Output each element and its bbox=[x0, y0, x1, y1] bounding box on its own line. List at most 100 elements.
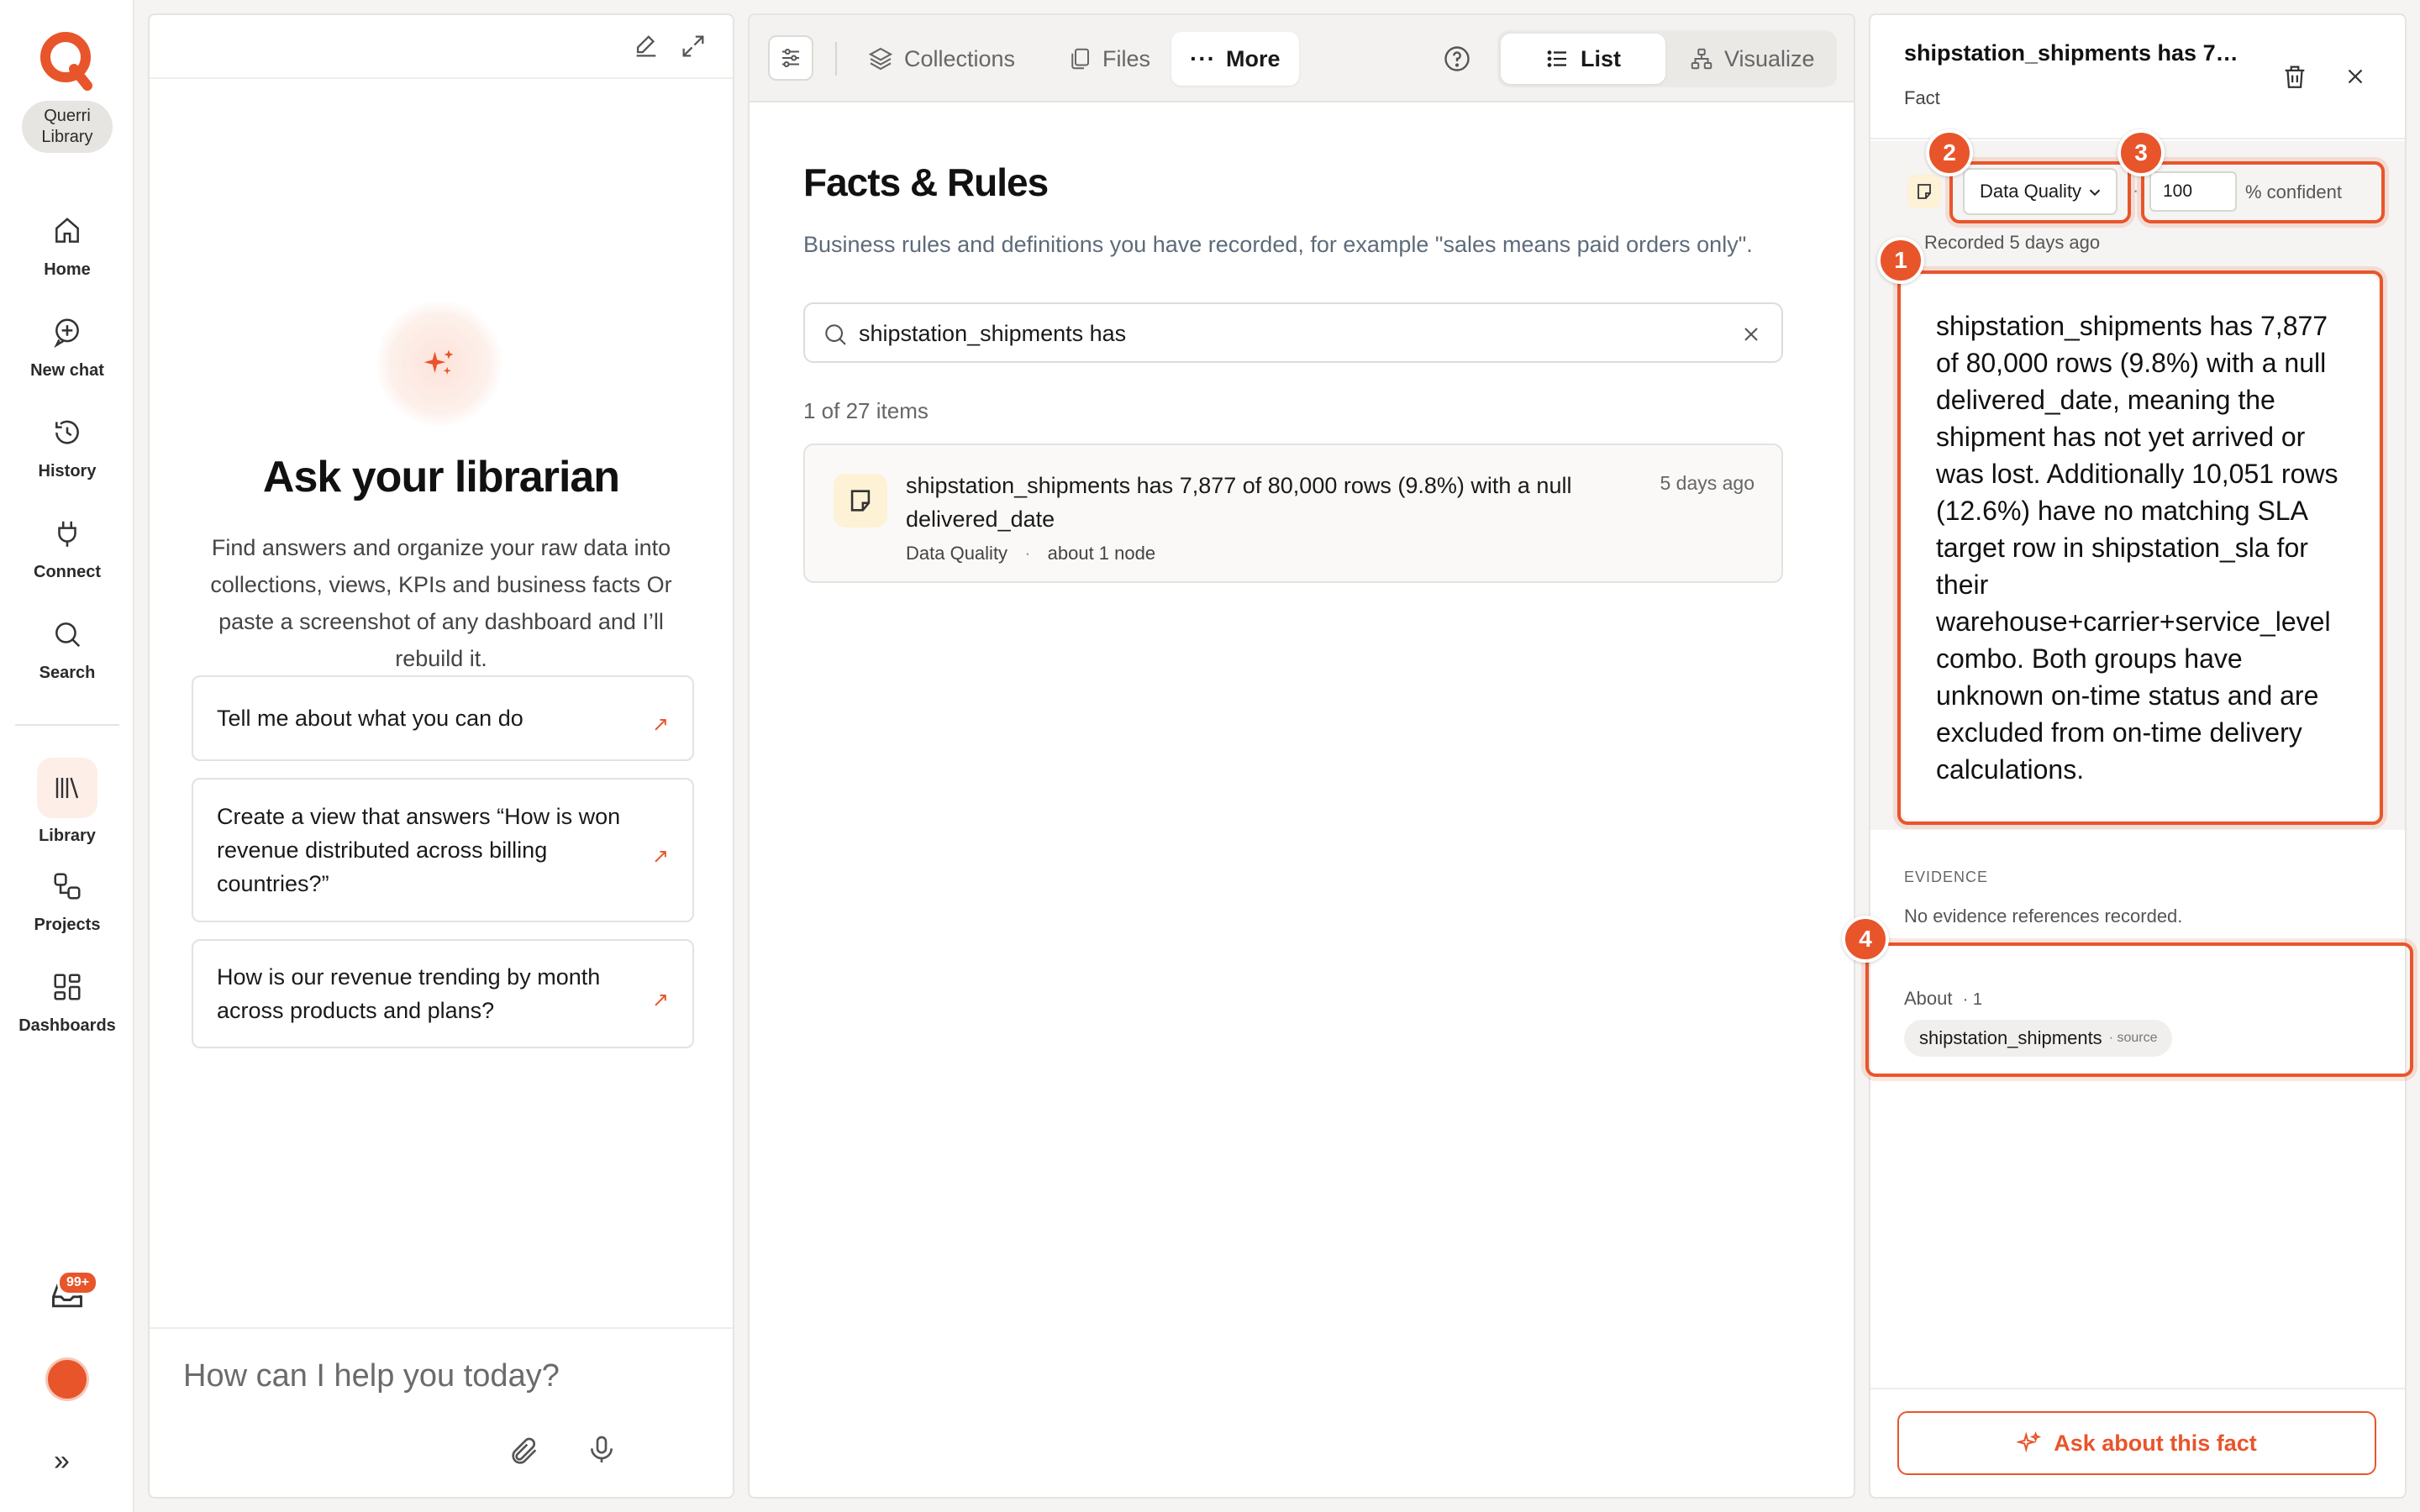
detail-type: Fact bbox=[1904, 87, 1940, 108]
paperclip-icon[interactable] bbox=[508, 1435, 541, 1468]
about-chip[interactable]: shipstation_shipments · source bbox=[1904, 1020, 2173, 1057]
nav-divider bbox=[15, 724, 119, 726]
edit-icon[interactable] bbox=[632, 32, 660, 60]
chevron-down-icon bbox=[2089, 189, 2101, 197]
suggestion-text: How is our revenue trending by month acr… bbox=[217, 964, 601, 1023]
brand-badge[interactable]: Querri Library bbox=[22, 101, 113, 153]
fact-meta: Data Quality · about 1 node bbox=[906, 543, 1155, 564]
library-icon bbox=[55, 777, 79, 799]
chat-composer bbox=[150, 1327, 733, 1497]
inbox-badge: 99+ bbox=[57, 1270, 99, 1295]
files-label: Files bbox=[1102, 45, 1151, 71]
fact-body-text[interactable]: shipstation_shipments has 7,877 of 80,00… bbox=[1902, 276, 2378, 820]
annotation-marker: 2 bbox=[1926, 129, 1973, 176]
evidence-heading: EVIDENCE bbox=[1904, 869, 1989, 885]
page-subtitle: Business rules and definitions you have … bbox=[803, 232, 1753, 257]
fact-about: about 1 node bbox=[1047, 543, 1156, 564]
fact-text: shipstation_shipments has 7,877 of 80,00… bbox=[906, 473, 1572, 532]
confidence-label: % confident bbox=[2245, 181, 2342, 202]
arrow-up-right-icon: ↗ bbox=[651, 989, 669, 1011]
hierarchy-icon bbox=[1691, 48, 1712, 70]
about-label: About bbox=[1904, 988, 1953, 1009]
nav-label: Dashboards bbox=[18, 1016, 116, 1035]
main-panel: Collections Files ··· More List Visualiz… bbox=[748, 13, 1855, 1499]
sparkle-icon bbox=[2017, 1431, 2042, 1453]
nav-connect[interactable]: Connect bbox=[0, 517, 134, 582]
dashboard-icon bbox=[54, 974, 81, 1000]
fact-category: Data Quality bbox=[906, 543, 1008, 564]
list-view-button[interactable]: List bbox=[1501, 34, 1665, 84]
suggestion-card[interactable]: How is our revenue trending by month acr… bbox=[192, 939, 694, 1048]
collections-button[interactable]: Collections bbox=[849, 32, 1034, 86]
chip-kind: · source bbox=[2108, 1031, 2158, 1045]
nav-label: Library bbox=[39, 827, 96, 845]
library-active-bg bbox=[37, 758, 97, 818]
trash-icon[interactable] bbox=[2281, 62, 2309, 91]
chat-plus-icon bbox=[54, 318, 79, 348]
result-count: 1 of 27 items bbox=[803, 398, 929, 423]
annotation-marker: 3 bbox=[2118, 129, 2165, 176]
nav-label: Search bbox=[39, 664, 96, 682]
detail-panel: shipstation_shipments has 7… Fact Data Q… bbox=[1842, 13, 2413, 1499]
files-button[interactable]: Files bbox=[1049, 32, 1169, 86]
left-nav: Querri Library Home New chat History Con… bbox=[0, 0, 134, 1512]
note-icon bbox=[1918, 184, 1931, 199]
suggestion-card[interactable]: Create a view that answers “How is won r… bbox=[192, 778, 694, 922]
filter-button[interactable] bbox=[768, 35, 813, 81]
list-label: List bbox=[1580, 45, 1621, 71]
collections-label: Collections bbox=[904, 45, 1016, 71]
nav-label: History bbox=[38, 462, 97, 480]
help-circle-icon[interactable] bbox=[1442, 44, 1472, 74]
nav-label: New chat bbox=[30, 361, 104, 380]
visualize-view-button[interactable]: Visualize bbox=[1670, 34, 1833, 84]
confidence-input[interactable]: 100 bbox=[2149, 171, 2237, 212]
arrow-up-right-icon: ↗ bbox=[651, 845, 669, 868]
clear-icon[interactable] bbox=[1739, 323, 1763, 346]
nav-search[interactable]: Search bbox=[0, 618, 134, 683]
querri-logo-icon[interactable] bbox=[37, 30, 97, 91]
microphone-icon[interactable] bbox=[585, 1433, 618, 1467]
list-icon bbox=[1547, 50, 1566, 67]
suggestion-card[interactable]: Tell me about what you can do ↗ bbox=[192, 675, 694, 761]
close-icon[interactable] bbox=[2343, 64, 2368, 89]
chat-input[interactable] bbox=[183, 1351, 687, 1401]
sparkle-icon bbox=[424, 349, 454, 375]
nav-history[interactable]: History bbox=[0, 417, 134, 481]
chat-panel: Ask your librarian Find answers and orga… bbox=[148, 13, 734, 1499]
page-title: Facts & Rules bbox=[803, 160, 1049, 204]
note-icon-badge bbox=[1907, 175, 1941, 208]
annotation-marker: 4 bbox=[1842, 916, 1889, 963]
projects-icon bbox=[54, 873, 81, 900]
home-icon bbox=[55, 218, 79, 243]
nav-label: Home bbox=[44, 260, 91, 279]
layers-icon bbox=[868, 47, 893, 71]
visualize-label: Visualize bbox=[1724, 45, 1815, 71]
category-select[interactable]: Data Quality bbox=[1963, 168, 2118, 215]
fact-list-item[interactable]: shipstation_shipments has 7,877 of 80,00… bbox=[803, 444, 1783, 583]
meta-separator: · bbox=[2133, 180, 2139, 201]
search-input[interactable] bbox=[859, 312, 1699, 354]
note-icon bbox=[850, 490, 871, 512]
expand-sidebar-icon[interactable]: » bbox=[54, 1445, 70, 1478]
detail-footer: Ask about this fact bbox=[1870, 1388, 2405, 1497]
about-heading: About · 1 bbox=[1904, 988, 1982, 1010]
nav-projects[interactable]: Projects bbox=[0, 870, 134, 935]
about-count: · 1 bbox=[1962, 990, 1982, 1009]
search-icon bbox=[825, 324, 846, 345]
avatar[interactable] bbox=[45, 1357, 89, 1401]
nav-new-chat[interactable]: New chat bbox=[0, 316, 134, 381]
annotation-marker: 1 bbox=[1877, 237, 1924, 284]
more-button[interactable]: ··· More bbox=[1171, 32, 1299, 86]
nav-dashboards[interactable]: Dashboards bbox=[0, 971, 134, 1036]
search-box bbox=[803, 302, 1783, 363]
suggestion-text: Create a view that answers “How is won r… bbox=[217, 804, 621, 896]
ask-about-fact-button[interactable]: Ask about this fact bbox=[1897, 1411, 2376, 1475]
files-icon bbox=[1071, 48, 1089, 70]
evidence-text: No evidence references recorded. bbox=[1904, 906, 2183, 927]
nav-library[interactable]: Library bbox=[0, 758, 134, 846]
arrow-up-right-icon: ↗ bbox=[651, 713, 669, 736]
nav-home[interactable]: Home bbox=[0, 215, 134, 280]
ask-button-label: Ask about this fact bbox=[2054, 1430, 2257, 1456]
category-value: Data Quality bbox=[1980, 181, 2082, 202]
expand-icon[interactable] bbox=[679, 32, 708, 60]
